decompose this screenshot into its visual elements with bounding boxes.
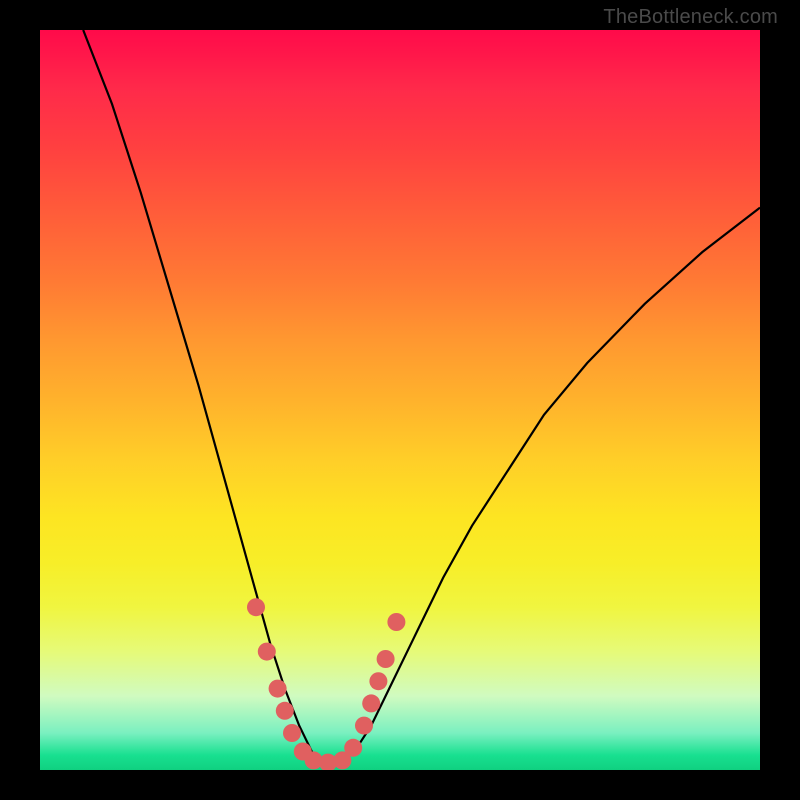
marker-dot [258,643,276,661]
chart-overlay [40,30,760,770]
marker-dot [344,739,362,757]
plot-area [40,30,760,770]
marker-dot [355,717,373,735]
marker-dot [387,613,405,631]
watermark-text: TheBottleneck.com [603,6,778,29]
marker-dot [319,754,337,770]
marker-dot [377,650,395,668]
marker-dot [247,598,265,616]
chart-stage: TheBottleneck.com [0,0,800,800]
marker-dot [276,702,294,720]
marker-dot [305,751,323,769]
marker-dot [283,724,301,742]
marker-dot [369,672,387,690]
marker-dot [333,751,351,769]
marker-dot [362,694,380,712]
marker-group [247,598,405,770]
marker-dot [294,743,312,761]
bottleneck-curve [83,30,760,763]
marker-dot [269,680,287,698]
